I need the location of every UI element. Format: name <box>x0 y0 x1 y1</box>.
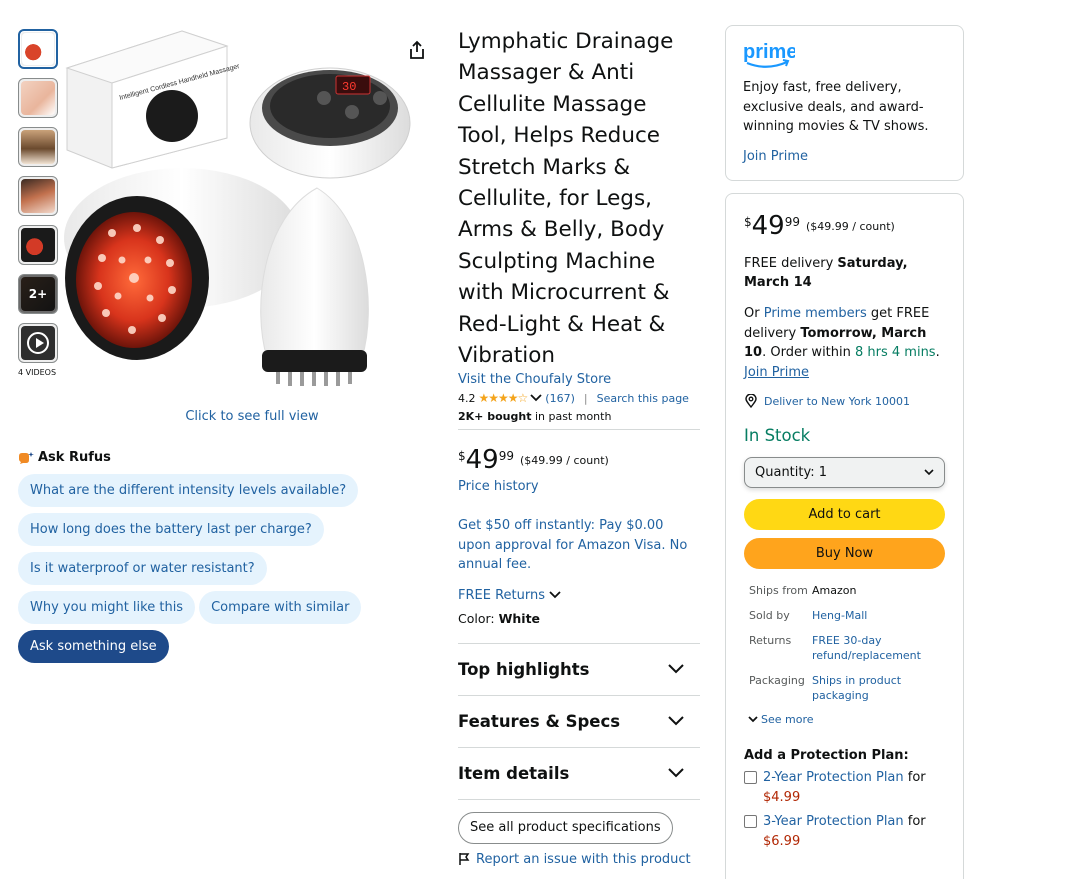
thumbnail-4[interactable] <box>18 176 58 216</box>
prime-description: Enjoy fast, free delivery, exclusive dea… <box>743 80 929 134</box>
card-promo-link[interactable]: Get $50 off instantly: Pay $0.00 upon ap… <box>458 516 700 575</box>
chevron-down-icon <box>668 768 684 778</box>
rufus-title: Ask Rufus <box>38 450 111 465</box>
rufus-chip-compare[interactable]: Compare with similar <box>199 591 362 624</box>
seller-link[interactable]: Heng-Mall <box>812 608 945 623</box>
display-digits: 30 <box>342 80 356 94</box>
chevron-down-icon <box>748 716 758 723</box>
buybox-price: $ 49 99 ($49.99 / count) <box>744 211 895 241</box>
price-fraction: 99 <box>498 449 515 464</box>
thumbnail-3[interactable] <box>18 127 58 167</box>
thumbnail-more[interactable]: 2+ <box>18 274 58 314</box>
free-delivery-info: FREE delivery Saturday, March 14 <box>744 256 908 290</box>
prime-delivery-info: Or Prime members get FREE delivery Tomor… <box>744 306 940 380</box>
see-more-link[interactable]: See more <box>744 713 945 726</box>
info-packaging: Packaging Ships in product packaging <box>744 673 945 703</box>
rufus-chip-battery[interactable]: How long does the battery last per charg… <box>18 513 324 546</box>
rufus-chip-intensity[interactable]: What are the different intensity levels … <box>18 474 359 507</box>
thumbnail-5[interactable] <box>18 225 58 265</box>
chevron-down-icon <box>668 716 684 726</box>
product-title: Lymphatic Drainage Massager & Anti Cellu… <box>458 29 674 369</box>
rufus-icon <box>19 451 34 464</box>
returns-policy-link[interactable]: FREE 30-day refund/replacement <box>812 633 945 663</box>
protection-2yr-price: $4.99 <box>763 789 801 805</box>
review-count-link[interactable]: (167) <box>545 392 575 405</box>
store-link[interactable]: Visit the Choufaly Store <box>458 372 700 387</box>
search-page-link[interactable]: Search this page <box>597 392 689 405</box>
deliver-to-link[interactable]: Deliver to New York 10001 <box>744 394 945 408</box>
price-history-link[interactable]: Price history <box>458 479 700 494</box>
color-selection: Color: White <box>458 610 541 626</box>
thumbnail-2[interactable] <box>18 78 58 118</box>
videos-count-label: 4 VIDEOS <box>18 368 57 377</box>
accordion-top-highlights[interactable]: Top highlights <box>458 644 700 696</box>
chevron-down-icon[interactable] <box>530 394 542 402</box>
thumbnail-strip: 2+ <box>18 29 60 372</box>
quantity-select[interactable]: Quantity: 1 <box>744 457 945 488</box>
prime-logo-icon: prime <box>743 41 797 68</box>
protection-plan-3yr: 3-Year Protection Plan for $6.99 <box>744 812 945 851</box>
rufus-chip-why-like[interactable]: Why you might like this <box>18 591 196 624</box>
rufus-header: Ask Rufus <box>18 450 111 465</box>
countdown: 8 hrs 4 mins <box>855 345 936 360</box>
rufus-ask-button[interactable]: Ask something else <box>18 630 169 663</box>
location-pin-icon <box>745 394 757 408</box>
full-view-link[interactable]: Click to see full view <box>62 409 442 424</box>
rating-value: 4.2 <box>458 391 476 405</box>
protection-plan-2yr: 2-Year Protection Plan for $4.99 <box>744 768 945 807</box>
info-sold-by: Sold by Heng-Mall <box>744 608 945 623</box>
info-ships-from: Ships from Amazon <box>749 584 857 597</box>
chevron-down-icon <box>668 664 684 674</box>
free-returns-link[interactable]: FREE Returns <box>458 588 700 603</box>
prime-card: prime Enjoy fast, free delivery, exclusi… <box>725 25 964 181</box>
rating-row: 4.2 ★★★★☆ (167) | Search this page <box>458 391 700 405</box>
protection-3yr-link[interactable]: 3-Year Protection Plan <box>763 814 904 829</box>
stock-status: In Stock <box>744 426 811 445</box>
details-accordion: Top highlights Features & Specs Item det… <box>458 642 700 800</box>
report-issue-link[interactable]: Report an issue with this product <box>458 852 700 867</box>
svg-text:prime: prime <box>743 41 795 63</box>
add-to-cart-button[interactable]: Add to cart <box>744 499 945 530</box>
chevron-down-icon <box>924 469 934 476</box>
protection-3yr-price: $6.99 <box>763 833 801 849</box>
flag-icon <box>459 853 470 866</box>
packaging-link[interactable]: Ships in product packaging <box>812 673 945 703</box>
bought-count: 2K+ bought in past month <box>458 410 612 424</box>
see-all-specs-button[interactable]: See all product specifications <box>458 811 673 844</box>
price-whole: 49 <box>465 445 499 476</box>
buy-box: $ 49 99 ($49.99 / count) FREE delivery S… <box>725 193 964 879</box>
product-details: Lymphatic Drainage Massager & Anti Cellu… <box>458 26 700 867</box>
chevron-down-icon <box>549 591 561 599</box>
info-returns: Returns FREE 30-day refund/replacement <box>744 633 945 663</box>
thumbnail-video[interactable] <box>18 323 58 363</box>
prime-members-link[interactable]: Prime members <box>764 306 867 321</box>
rufus-chip-waterproof[interactable]: Is it waterproof or water resistant? <box>18 552 267 585</box>
star-rating-icon[interactable]: ★★★★☆ <box>479 391 529 405</box>
protection-plan-title: Add a Protection Plan: <box>744 748 909 763</box>
accordion-item-details[interactable]: Item details <box>458 748 700 800</box>
price-per-unit: ($49.99 / count) <box>520 454 609 468</box>
protection-2yr-link[interactable]: 2-Year Protection Plan <box>763 770 904 785</box>
share-icon[interactable] <box>407 40 427 60</box>
thumbnail-1[interactable] <box>18 29 58 69</box>
protection-3yr-checkbox[interactable] <box>744 815 757 828</box>
rufus-suggestions: What are the different intensity levels … <box>18 474 438 663</box>
join-prime-link[interactable]: Join Prime <box>743 149 946 164</box>
main-product-image[interactable]: Intelligent Cordless Handheld Massager 3… <box>62 28 442 400</box>
price: $ 49 99 ($49.99 / count) <box>458 445 609 476</box>
protection-2yr-checkbox[interactable] <box>744 771 757 784</box>
buy-now-button[interactable]: Buy Now <box>744 538 945 569</box>
separator: | <box>583 391 588 405</box>
seller-info: Ships from Amazon Sold by Heng-Mall Return… <box>744 583 945 703</box>
accordion-features-specs[interactable]: Features & Specs <box>458 696 700 748</box>
join-prime-link-2[interactable]: Join Prime <box>744 365 809 380</box>
play-icon <box>27 332 49 354</box>
divider <box>458 429 700 431</box>
